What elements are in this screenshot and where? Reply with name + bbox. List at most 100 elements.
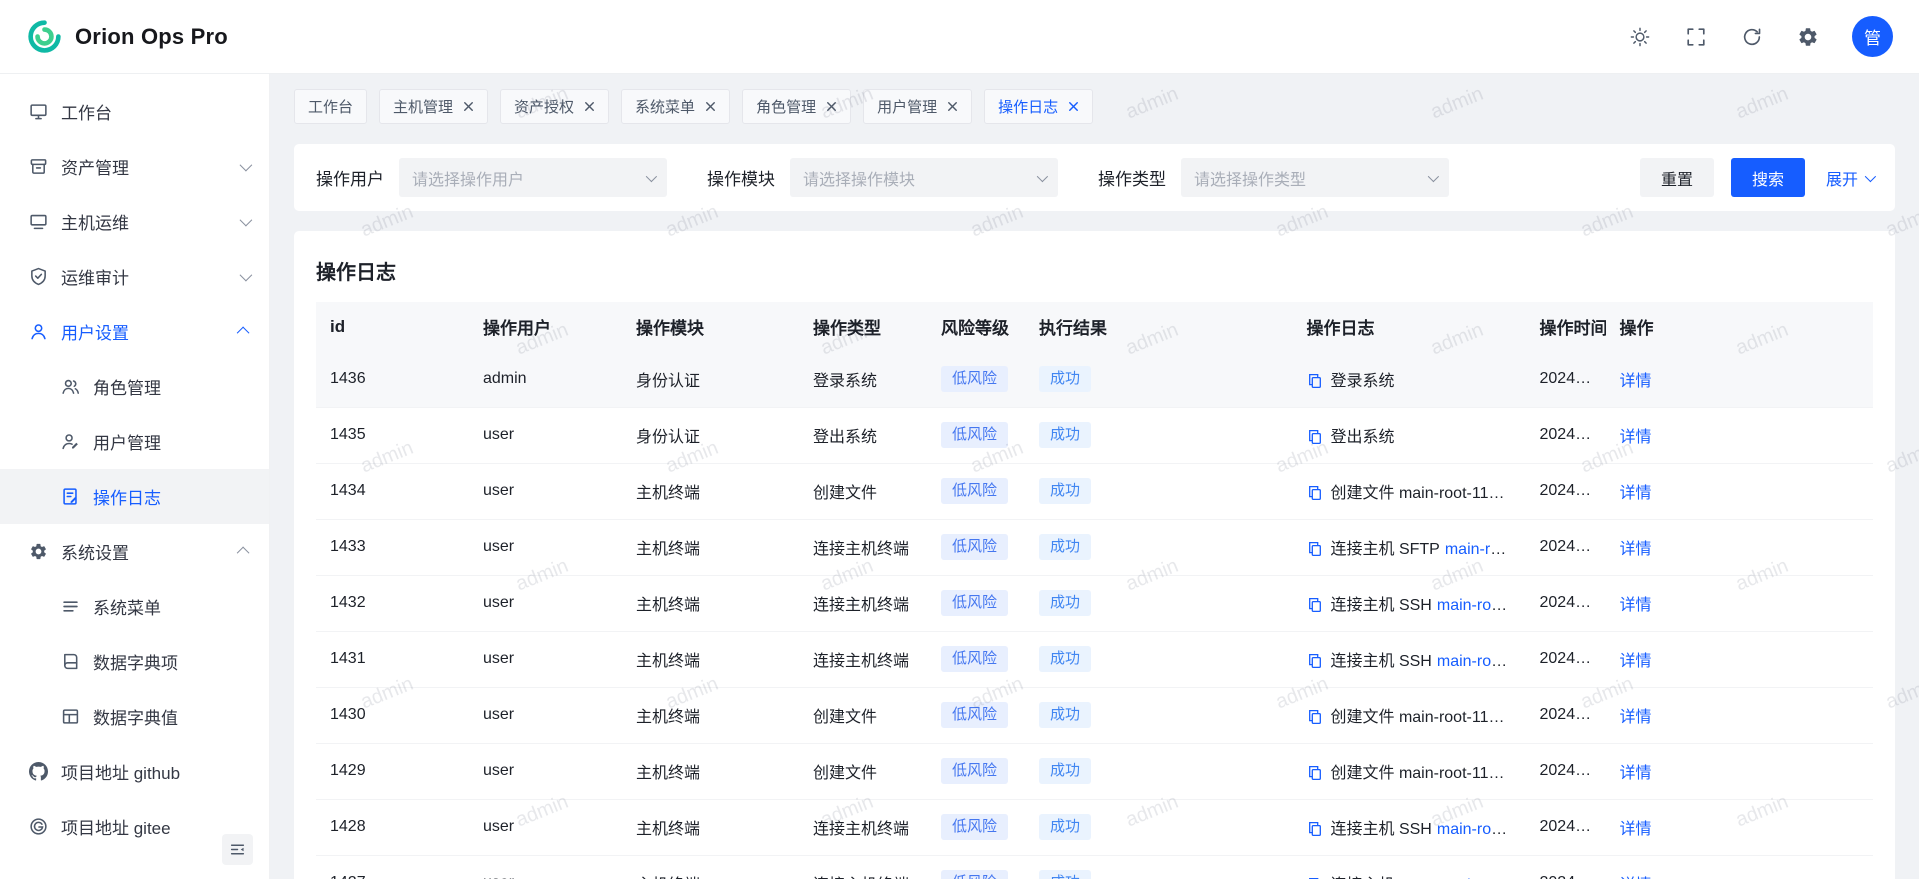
log-link[interactable]: main-root-116.62.194.246 <box>1437 597 1526 614</box>
log-text: 连接主机 SSH <box>1331 597 1432 614</box>
fullscreen-icon[interactable] <box>1684 25 1708 49</box>
sidebar-item-label: 操作日志 <box>93 484 249 509</box>
cell-user: user <box>469 631 622 687</box>
reset-button[interactable]: 重置 <box>1640 158 1714 197</box>
table-row[interactable]: 1433 user 主机终端 连接主机终端 低风险 成功 连接主机 SFTPma… <box>316 519 1873 575</box>
tab[interactable]: 资产授权 <box>500 89 609 124</box>
cell-user: admin <box>469 351 622 407</box>
sidebar-item[interactable]: 系统设置 <box>0 524 269 579</box>
cell-id: 1436 <box>316 351 469 407</box>
detail-link[interactable]: 详情 <box>1620 653 1652 670</box>
column-header: 操作类型 <box>799 302 927 351</box>
cell-id: 1435 <box>316 407 469 463</box>
table-row[interactable]: 1434 user 主机终端 创建文件 低风险 成功 创建文件 main-roo… <box>316 463 1873 519</box>
tab-close-icon[interactable] <box>1067 101 1079 113</box>
sidebar-item[interactable]: 运维审计 <box>0 249 269 304</box>
log-link[interactable]: main-root-116.62.194.246 <box>1437 653 1526 670</box>
cell-log: 连接主机 SFTPmain-root-116.62.194.246 <box>1293 855 1526 879</box>
cell-type: 连接主机终端 <box>799 855 927 879</box>
sidebar-item[interactable]: 用户设置 <box>0 304 269 359</box>
copy-icon[interactable] <box>1307 653 1323 669</box>
copy-icon[interactable] <box>1307 541 1323 557</box>
detail-link[interactable]: 详情 <box>1620 709 1652 726</box>
tab-close-icon[interactable] <box>704 101 716 113</box>
copy-icon[interactable] <box>1307 373 1323 389</box>
sidebar-item[interactable]: 系统菜单 <box>0 579 269 634</box>
tab-label: 系统菜单 <box>635 96 695 117</box>
tab[interactable]: 系统菜单 <box>621 89 730 124</box>
sidebar-item[interactable]: 角色管理 <box>0 359 269 414</box>
detail-link[interactable]: 详情 <box>1620 541 1652 558</box>
log-link[interactable]: main-root-116.62.194.246 <box>1437 821 1526 838</box>
detail-link[interactable]: 详情 <box>1620 429 1652 446</box>
tab[interactable]: 主机管理 <box>379 89 488 124</box>
copy-icon[interactable] <box>1307 429 1323 445</box>
detail-link[interactable]: 详情 <box>1620 485 1652 502</box>
refresh-icon[interactable] <box>1740 25 1764 49</box>
sidebar-item[interactable]: 用户管理 <box>0 414 269 469</box>
table-row[interactable]: 1436 admin 身份认证 登录系统 低风险 成功 登录系统 <box>316 351 1873 407</box>
tab-close-icon[interactable] <box>946 101 958 113</box>
sidebar-item[interactable]: 资产管理 <box>0 139 269 194</box>
result-badge: 成功 <box>1039 646 1091 672</box>
table-row[interactable]: 1435 user 身份认证 登出系统 低风险 成功 登出系统 <box>316 407 1873 463</box>
cell-log: 登录系统 <box>1293 351 1526 407</box>
filter-select[interactable]: 请选择操作用户 <box>399 158 667 197</box>
table-row[interactable]: 1432 user 主机终端 连接主机终端 低风险 成功 连接主机 SSHmai… <box>316 575 1873 631</box>
cell-user: user <box>469 799 622 855</box>
cell-type: 创建文件 <box>799 687 927 743</box>
tab-close-icon[interactable] <box>825 101 837 113</box>
sidebar-item[interactable]: 数据字典项 <box>0 634 269 689</box>
user-avatar[interactable]: 管 <box>1852 16 1893 57</box>
cell-id: 1432 <box>316 575 469 631</box>
sidebar-item[interactable]: 操作日志 <box>0 469 269 524</box>
result-badge: 成功 <box>1039 422 1091 448</box>
log-link[interactable]: main-root-116.62.194.246 <box>1445 541 1526 558</box>
detail-link[interactable]: 详情 <box>1620 597 1652 614</box>
table-row[interactable]: 1428 user 主机终端 连接主机终端 低风险 成功 连接主机 SSHmai… <box>316 799 1873 855</box>
table-row[interactable]: 1431 user 主机终端 连接主机终端 低风险 成功 连接主机 SSHmai… <box>316 631 1873 687</box>
copy-icon[interactable] <box>1307 597 1323 613</box>
table-row[interactable]: 1427 user 主机终端 连接主机终端 低风险 成功 连接主机 SFTPma… <box>316 855 1873 879</box>
sidebar-item[interactable]: 主机运维 <box>0 194 269 249</box>
filter-field: 操作模块 请选择操作模块 <box>707 158 1058 197</box>
sidebar-item[interactable]: 数据字典值 <box>0 689 269 744</box>
cell-user: user <box>469 855 622 879</box>
filter-select[interactable]: 请选择操作类型 <box>1181 158 1449 197</box>
system-menu-icon <box>60 597 80 617</box>
table-row[interactable]: 1429 user 主机终端 创建文件 低风险 成功 创建文件 main-roo… <box>316 743 1873 799</box>
copy-icon[interactable] <box>1307 485 1323 501</box>
sidebar-collapse-button[interactable] <box>222 834 253 865</box>
result-badge: 成功 <box>1039 814 1091 840</box>
sidebar-item[interactable]: 项目地址 github <box>0 744 269 799</box>
tab-close-icon[interactable] <box>462 101 474 113</box>
tab[interactable]: 用户管理 <box>863 89 972 124</box>
operation-log-icon <box>60 487 80 507</box>
copy-icon[interactable] <box>1307 765 1323 781</box>
theme-toggle-icon[interactable] <box>1628 25 1652 49</box>
filter-field: 操作用户 请选择操作用户 <box>316 158 667 197</box>
copy-icon[interactable] <box>1307 709 1323 725</box>
tab[interactable]: 工作台 <box>294 89 367 124</box>
detail-link[interactable]: 详情 <box>1620 821 1652 838</box>
tab-close-icon[interactable] <box>583 101 595 113</box>
log-text: 登出系统 <box>1331 429 1395 446</box>
settings-icon[interactable] <box>1796 25 1820 49</box>
table-row[interactable]: 1430 user 主机终端 创建文件 低风险 成功 创建文件 main-roo… <box>316 687 1873 743</box>
expand-toggle[interactable]: 展开 <box>1826 166 1873 190</box>
tab-label: 工作台 <box>308 96 353 117</box>
log-text: 创建文件 main-root-116.62.194.246 <box>1331 765 1526 782</box>
detail-link[interactable]: 详情 <box>1620 373 1652 390</box>
search-button[interactable]: 搜索 <box>1731 158 1805 197</box>
cell-time: 2024-02-26 10:58:03 <box>1526 855 1606 879</box>
copy-icon[interactable] <box>1307 821 1323 837</box>
tab[interactable]: 角色管理 <box>742 89 851 124</box>
cell-module: 主机终端 <box>622 855 799 879</box>
system-settings-icon <box>28 542 48 562</box>
sidebar-item[interactable]: 工作台 <box>0 84 269 139</box>
detail-link[interactable]: 详情 <box>1620 765 1652 782</box>
filter-select[interactable]: 请选择操作模块 <box>790 158 1058 197</box>
filter-label: 操作模块 <box>707 165 775 190</box>
column-header: id <box>316 302 469 351</box>
tab[interactable]: 操作日志 <box>984 89 1093 124</box>
